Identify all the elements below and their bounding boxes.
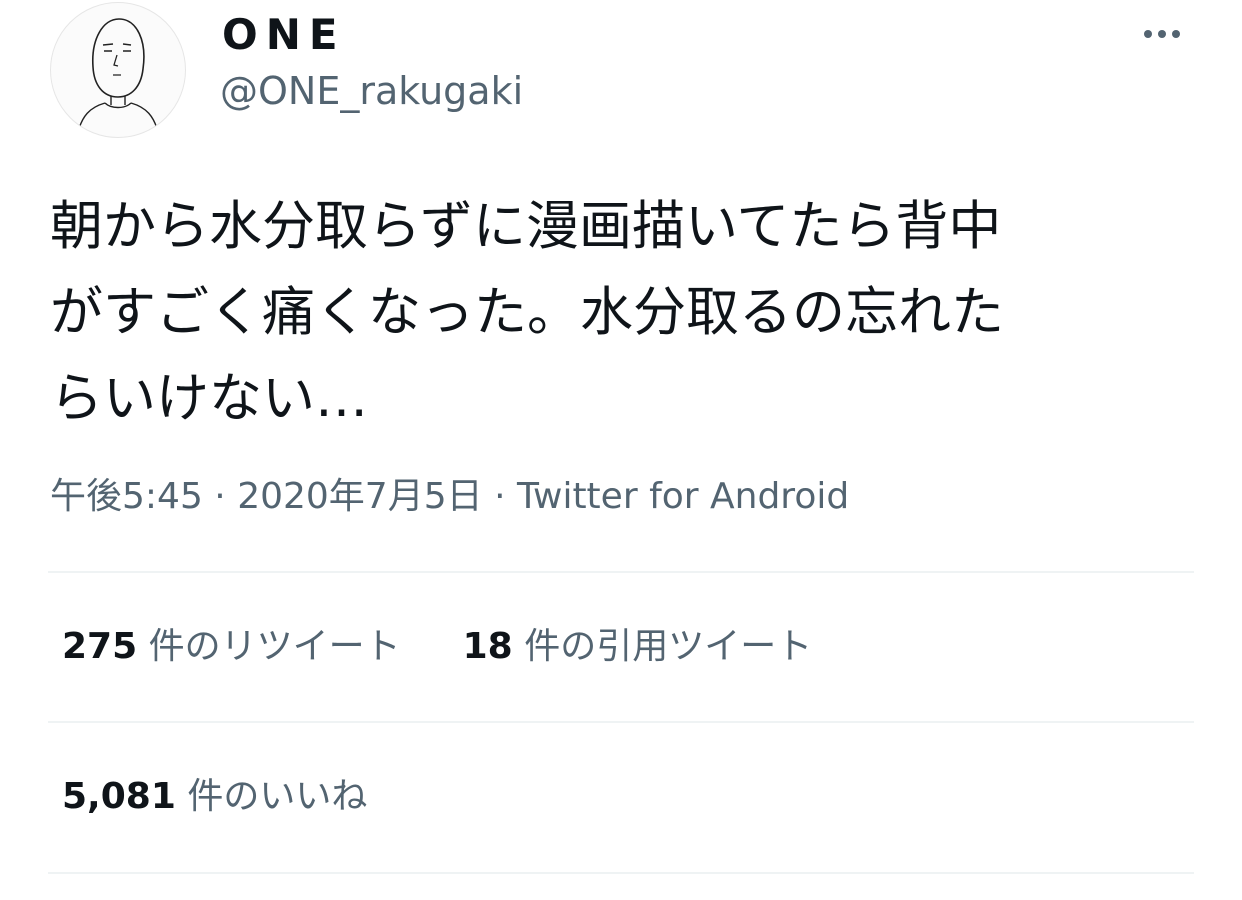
quote-label: 件の引用ツイート bbox=[524, 626, 813, 667]
more-options-button[interactable] bbox=[1140, 16, 1184, 52]
like-count: 5,081 bbox=[62, 776, 176, 817]
meta-separator: · bbox=[202, 476, 238, 517]
meta-separator: · bbox=[482, 476, 517, 517]
tweet-date[interactable]: 2020年7月5日 bbox=[237, 476, 482, 517]
retweet-count: 275 bbox=[62, 626, 138, 667]
tweet-text: 朝から水分取らずに漫画描いてたら背中 がすごく痛くなった。水分取るの忘れた らい… bbox=[50, 196, 1004, 429]
likes-stat[interactable]: 5,081 件のいいね bbox=[62, 774, 367, 820]
more-horizontal-icon bbox=[1144, 30, 1180, 38]
retweets-stat[interactable]: 275 件のリツイート bbox=[62, 624, 401, 670]
doodle-face-avatar-icon bbox=[76, 18, 160, 137]
author-handle[interactable]: @ONE_rakugaki bbox=[220, 68, 523, 114]
tweet-time[interactable]: 午後5:45 bbox=[50, 476, 203, 517]
retweet-label: 件のリツイート bbox=[148, 626, 401, 667]
like-label: 件のいいね bbox=[187, 776, 368, 817]
quote-count: 18 bbox=[462, 626, 513, 667]
stats-row-retweets: 275 件のリツイート 18 件の引用ツイート bbox=[62, 624, 812, 670]
divider bbox=[48, 571, 1194, 573]
tweet-meta: 午後5:45 · 2020年7月5日 · Twitter for Android bbox=[50, 474, 849, 520]
avatar[interactable] bbox=[50, 2, 186, 138]
stats-row-likes: 5,081 件のいいね bbox=[62, 774, 367, 820]
author-display-name[interactable]: ONE bbox=[222, 10, 346, 60]
quotes-stat[interactable]: 18 件の引用ツイート bbox=[463, 624, 813, 670]
divider bbox=[48, 721, 1194, 723]
tweet-source[interactable]: Twitter for Android bbox=[517, 476, 849, 517]
divider bbox=[48, 872, 1194, 874]
